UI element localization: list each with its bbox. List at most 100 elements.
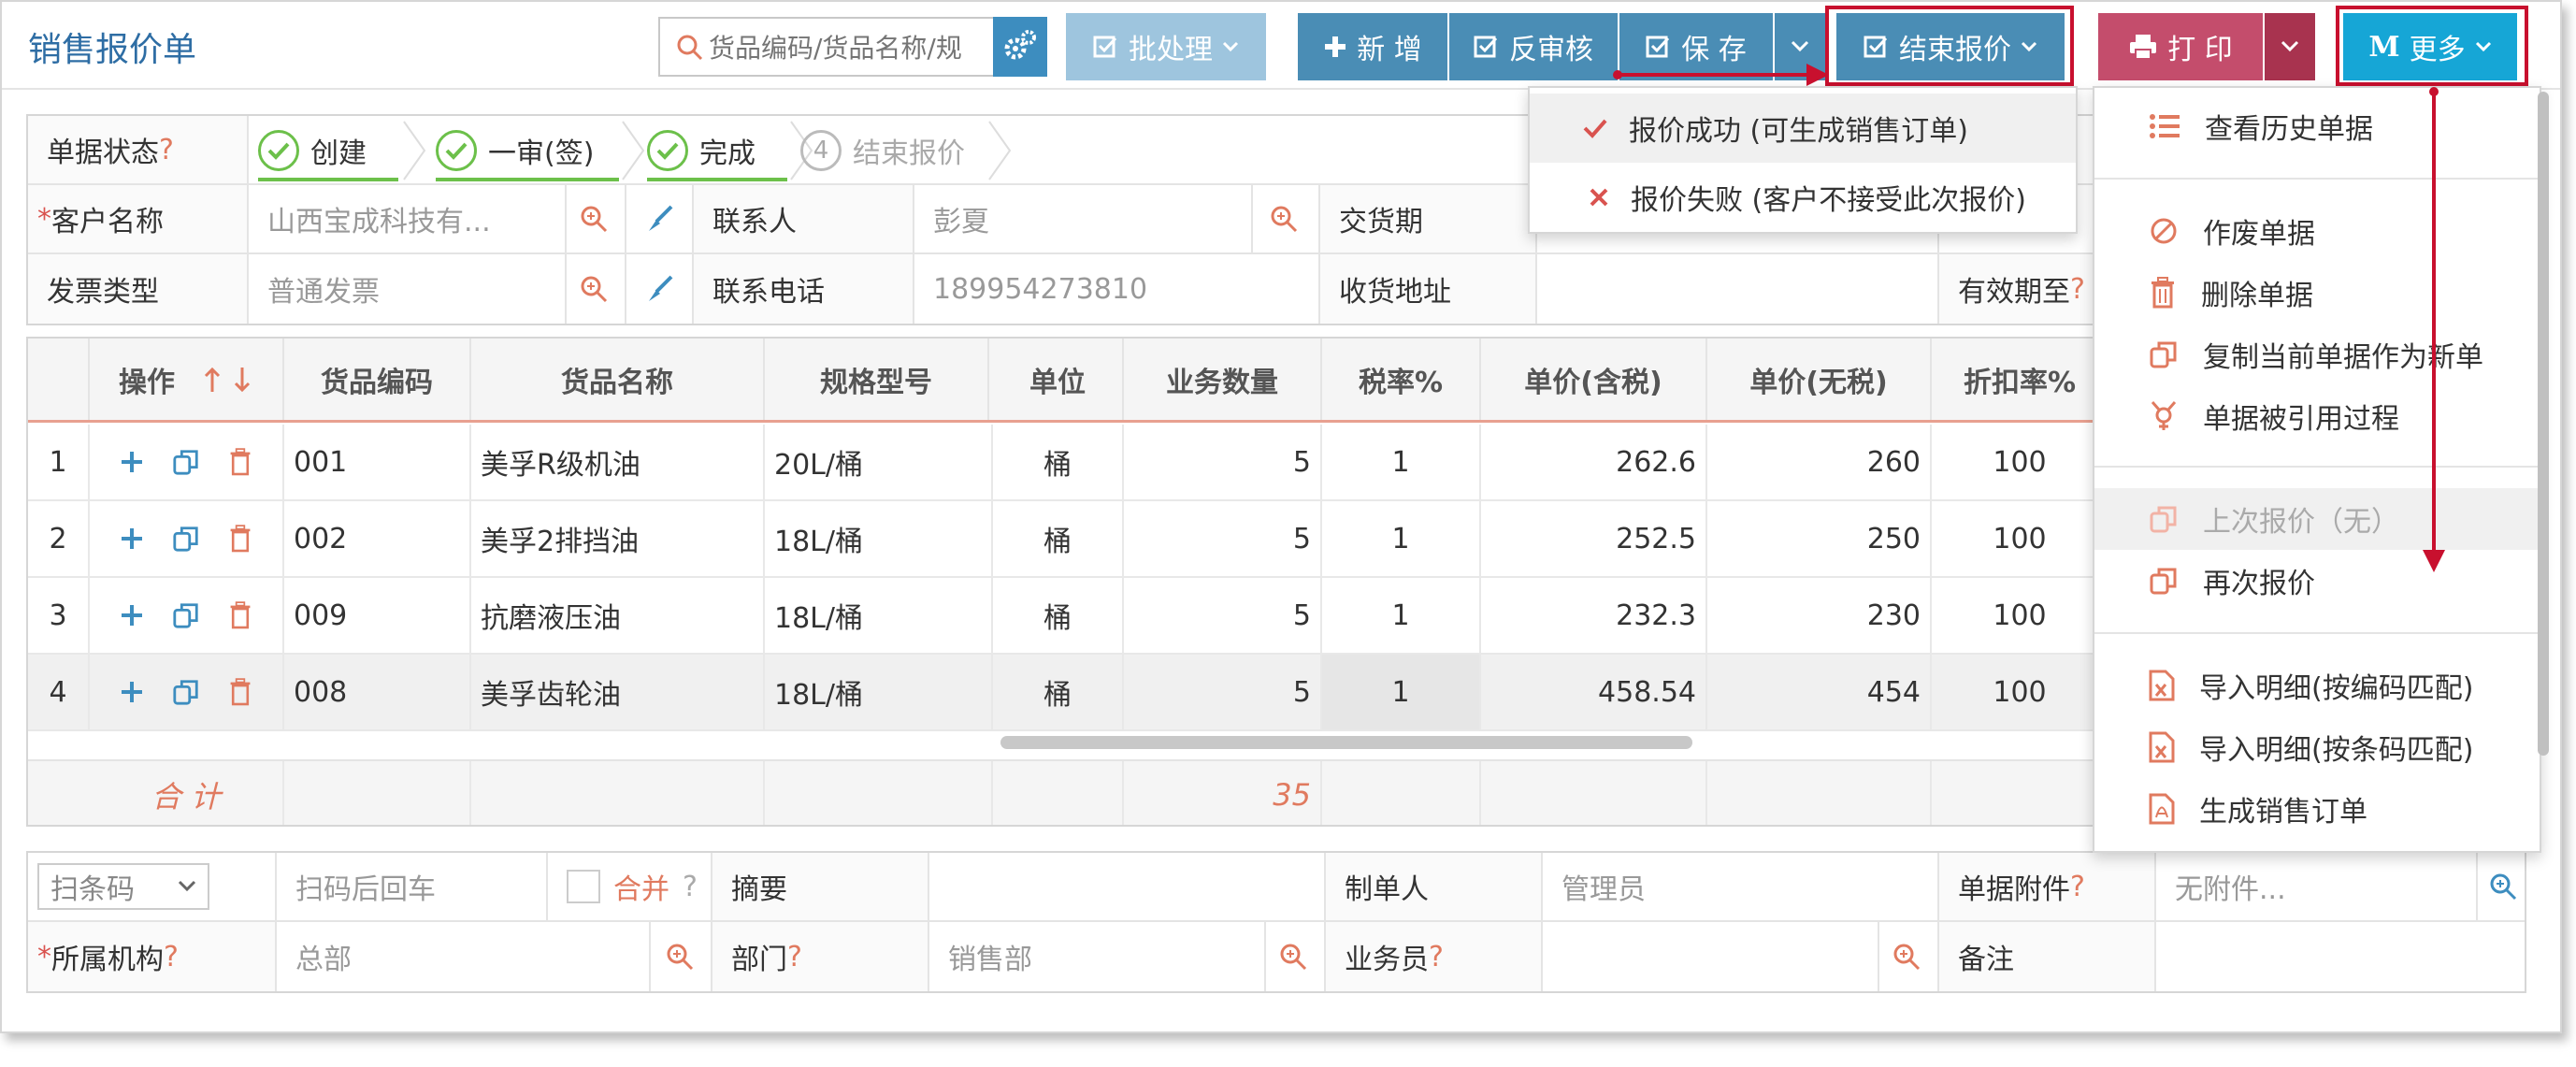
cell-qty[interactable]: 5 — [1124, 655, 1322, 729]
search-settings-button[interactable] — [993, 17, 1047, 77]
menu-item-void[interactable]: 作废单据 — [2094, 200, 2540, 262]
invoice-search-button[interactable] — [567, 254, 626, 324]
delete-row-icon[interactable] — [228, 678, 252, 706]
copy-row-icon[interactable] — [172, 601, 200, 629]
cell-price-tax[interactable]: 458.54 — [1481, 655, 1707, 729]
dept-field[interactable]: 销售部 — [929, 922, 1266, 991]
summary-field[interactable] — [929, 853, 1326, 920]
cell-discount[interactable]: 100 — [1932, 501, 2096, 576]
delete-row-icon[interactable] — [228, 525, 252, 553]
cell-unit[interactable]: 桶 — [993, 501, 1124, 576]
cell-qty[interactable]: 5 — [1124, 501, 1322, 576]
invoice-field[interactable]: 普通发票 — [249, 254, 567, 324]
table-row[interactable]: 2 002 美孚2排挡油 18L/桶桶 5 1 252.5 250 100 — [28, 501, 2096, 578]
cell-price-tax[interactable]: 232.3 — [1481, 578, 1707, 653]
scan-select[interactable]: 扫条码 — [37, 863, 209, 910]
menu-item-import-by-code[interactable]: 导入明细(按编码匹配) — [2094, 655, 2540, 716]
menu-item-reference-trace[interactable]: 单据被引用过程 — [2094, 385, 2540, 447]
copy-row-icon[interactable] — [172, 678, 200, 706]
cell-unit[interactable]: 桶 — [993, 425, 1124, 499]
horizontal-scrollbar[interactable] — [1000, 736, 1692, 749]
print-dropdown-button[interactable] — [2265, 13, 2315, 80]
cell-spec[interactable]: 20L/桶 — [765, 425, 993, 499]
cell-code[interactable]: 009 — [284, 578, 471, 653]
cell-price[interactable]: 230 — [1707, 578, 1932, 653]
add-row-icon[interactable] — [120, 526, 144, 551]
search-box[interactable] — [658, 17, 1047, 77]
contact-field[interactable]: 彭夏 — [914, 185, 1253, 252]
col-name[interactable]: 货品名称 — [471, 339, 765, 420]
cell-price[interactable]: 250 — [1707, 501, 1932, 576]
dept-search-button[interactable] — [1266, 922, 1326, 991]
sort-up-icon[interactable] — [201, 366, 223, 394]
col-code[interactable]: 货品编码 — [284, 339, 471, 420]
cell-name[interactable]: 美孚R级机油 — [471, 425, 765, 499]
menu-item-create-sales-order[interactable]: 生成销售订单 — [2094, 778, 2540, 840]
attachment-field[interactable]: 无附件... — [2156, 853, 2478, 920]
cell-price[interactable]: 454 — [1707, 655, 1932, 729]
salesperson-search-button[interactable] — [1879, 922, 1939, 991]
cell-price[interactable]: 260 — [1707, 425, 1932, 499]
cell-spec[interactable]: 18L/桶 — [765, 578, 993, 653]
cell-name[interactable]: 抗磨液压油 — [471, 578, 765, 653]
org-search-button[interactable] — [651, 922, 712, 991]
salesperson-field[interactable] — [1543, 922, 1879, 991]
table-row[interactable]: 4 008 美孚齿轮油 18L/桶桶 5 1 458.54 454 100 — [28, 655, 2096, 731]
print-button[interactable]: 打 印 — [2098, 13, 2263, 80]
add-row-icon[interactable] — [120, 603, 144, 627]
copy-row-icon[interactable] — [172, 448, 200, 476]
menu-item-delete[interactable]: 删除单据 — [2094, 262, 2540, 324]
cell-name[interactable]: 美孚齿轮油 — [471, 655, 765, 729]
cell-discount[interactable]: 100 — [1932, 578, 2096, 653]
merge-checkbox[interactable] — [567, 870, 600, 903]
customer-clear-button[interactable] — [626, 185, 694, 252]
menu-item-requote[interactable]: 再次报价 — [2094, 550, 2540, 612]
menu-item-quote-success[interactable]: 报价成功 (可生成销售订单) — [1530, 94, 2076, 163]
col-price-tax[interactable]: 单价(含税) — [1481, 339, 1707, 420]
cell-tax[interactable]: 1 — [1322, 655, 1481, 729]
cell-code[interactable]: 008 — [284, 655, 471, 729]
cell-code[interactable]: 002 — [284, 501, 471, 576]
sort-down-icon[interactable] — [231, 366, 253, 394]
customer-field[interactable]: 山西宝成科技有... — [249, 185, 567, 252]
search-input[interactable] — [709, 28, 1036, 67]
cell-spec[interactable]: 18L/桶 — [765, 655, 993, 729]
menu-item-copy-as-new[interactable]: 复制当前单据作为新单 — [2094, 324, 2540, 385]
vertical-scrollbar[interactable] — [2538, 92, 2549, 756]
col-tax[interactable]: 税率% — [1322, 339, 1481, 420]
address-field[interactable] — [1537, 254, 1939, 324]
org-field[interactable]: 总部 — [277, 922, 651, 991]
batch-button[interactable]: 批处理 — [1066, 13, 1266, 80]
table-row[interactable]: 3 009 抗磨液压油 18L/桶桶 5 1 232.3 230 100 — [28, 578, 2096, 655]
table-row[interactable]: 1 001 美孚R级机油 20L/桶桶 5 1 262.6 260 100 — [28, 425, 2096, 501]
cell-tax[interactable]: 1 — [1322, 425, 1481, 499]
col-price[interactable]: 单价(无税) — [1707, 339, 1932, 420]
customer-search-button[interactable] — [567, 185, 626, 252]
cell-discount[interactable]: 100 — [1932, 655, 2096, 729]
col-unit[interactable]: 单位 — [993, 339, 1124, 420]
cell-code[interactable]: 001 — [284, 425, 471, 499]
invoice-clear-button[interactable] — [626, 254, 694, 324]
reverse-audit-button[interactable]: 反审核 — [1449, 13, 1618, 80]
cell-qty[interactable]: 5 — [1124, 425, 1322, 499]
col-qty[interactable]: 业务数量 — [1124, 339, 1322, 420]
cell-discount[interactable]: 100 — [1932, 425, 2096, 499]
cell-spec[interactable]: 18L/桶 — [765, 501, 993, 576]
delete-row-icon[interactable] — [228, 448, 252, 476]
add-row-icon[interactable] — [120, 450, 144, 474]
contact-search-button[interactable] — [1253, 185, 1320, 252]
new-button[interactable]: 新 增 — [1298, 13, 1447, 80]
cell-price-tax[interactable]: 262.6 — [1481, 425, 1707, 499]
cell-name[interactable]: 美孚2排挡油 — [471, 501, 765, 576]
menu-item-import-by-barcode[interactable]: 导入明细(按条码匹配) — [2094, 716, 2540, 778]
cell-tax[interactable]: 1 — [1322, 501, 1481, 576]
menu-item-history[interactable]: 查看历史单据 — [2094, 95, 2540, 157]
add-row-icon[interactable] — [120, 680, 144, 704]
remark-field[interactable] — [2156, 922, 2528, 991]
copy-row-icon[interactable] — [172, 525, 200, 553]
col-discount[interactable]: 折扣率% — [1932, 339, 2096, 420]
scan-input[interactable]: 扫码后回车 — [277, 853, 548, 920]
menu-item-quote-fail[interactable]: 报价失败 (客户不接受此次报价) — [1530, 163, 2076, 232]
cell-qty[interactable]: 5 — [1124, 578, 1322, 653]
cell-price-tax[interactable]: 252.5 — [1481, 501, 1707, 576]
